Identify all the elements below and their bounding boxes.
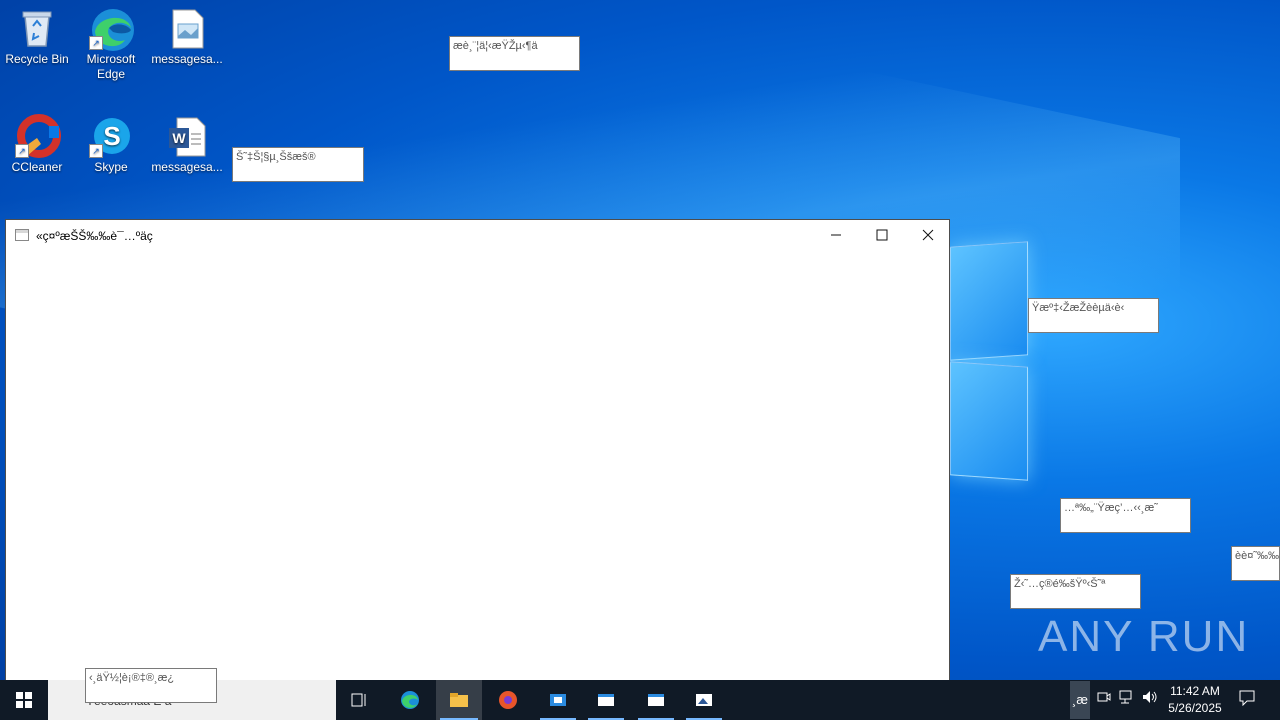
tray-input-indicator[interactable]: ¸æ [1070, 681, 1090, 719]
windows-logo-wallpaper [950, 240, 1032, 481]
taskbar-app-3[interactable] [634, 680, 678, 720]
volume-icon [1143, 691, 1157, 703]
action-center-button[interactable] [1237, 690, 1257, 710]
minimize-button[interactable] [813, 220, 859, 250]
firefox-icon [499, 691, 517, 709]
network-app-icon [550, 694, 566, 706]
icon-label: Recycle Bin [5, 52, 69, 66]
anyrun-watermark: ANY RUN [1038, 612, 1250, 661]
window-app-icon [15, 229, 29, 241]
desktop-icon-message-file-2[interactable]: W messagesa... [150, 108, 224, 175]
ccleaner-icon: ↗ [15, 114, 61, 158]
close-icon [922, 229, 934, 241]
taskbar-edge[interactable] [388, 680, 432, 720]
tray-volume-button[interactable] [1140, 690, 1160, 710]
windows-start-icon [16, 692, 32, 708]
garbled-popup[interactable]: …ª‰„¨Ÿæç’…‹‹¸æ˜ [1060, 498, 1191, 533]
maximize-icon [876, 229, 888, 241]
desktop-icon-ccleaner[interactable]: ↗ CCleaner [0, 108, 74, 175]
close-button[interactable] [905, 220, 951, 250]
icon-label: Microsoft Edge [86, 52, 136, 81]
icon-label: CCleaner [11, 160, 63, 174]
window-app-icon [648, 694, 664, 706]
notification-icon [1239, 690, 1255, 707]
start-button[interactable] [0, 680, 48, 720]
word-document-icon: W [165, 114, 209, 158]
skype-icon: S ↗ [89, 114, 133, 158]
edge-icon: ↗ [89, 6, 134, 51]
taskbar-clock[interactable]: 11:42 AM 5/26/2025 [1160, 683, 1230, 717]
window-title: «ç¤ºæŠŠ‰‰è¯…ºäç [36, 229, 153, 243]
desktop-icon-recycle-bin[interactable]: Recycle Bin [0, 0, 74, 67]
svg-text:S: S [103, 121, 120, 151]
window-app-icon [598, 694, 614, 706]
taskbar-app-4[interactable] [682, 680, 726, 720]
window-content-area [6, 250, 949, 699]
folder-icon [450, 693, 468, 707]
image-file-icon [165, 6, 209, 50]
garbled-popup[interactable]: Ž‹˜…ç®é‰šŸº‹Š˜ª [1010, 574, 1141, 609]
taskbar-app-2[interactable] [584, 680, 628, 720]
desktop-icon-skype[interactable]: S ↗ Skype [74, 108, 148, 175]
app-window[interactable]: «ç¤ºæŠŠ‰‰è¯…ºäç [5, 219, 950, 700]
tray-meet-now-button[interactable] [1094, 690, 1114, 710]
shortcut-arrow-icon: ↗ [15, 144, 29, 158]
minimize-icon [831, 234, 841, 236]
task-view-button[interactable] [338, 680, 382, 720]
icon-label: messagesa... [151, 52, 223, 66]
icon-label: messagesa... [151, 160, 223, 174]
shortcut-arrow-icon: ↗ [89, 144, 103, 158]
edge-icon [401, 691, 419, 709]
shortcut-arrow-icon: ↗ [89, 36, 103, 50]
taskbar-firefox[interactable] [486, 680, 530, 720]
garbled-popup[interactable]: èè¤˜‰‰ö [1231, 546, 1280, 581]
window-titlebar[interactable]: «ç¤ºæŠŠ‰‰è¯…ºäç [6, 220, 949, 250]
image-viewer-icon [696, 694, 712, 706]
svg-text:W: W [172, 130, 186, 146]
desktop-icon-message-file-1[interactable]: messagesa... [150, 0, 224, 67]
desktop-icon-microsoft-edge[interactable]: ↗ Microsoft Edge [74, 0, 148, 82]
network-icon [1119, 690, 1132, 704]
meet-now-icon [1097, 692, 1111, 702]
garbled-popup[interactable]: ‹¸äŸ½¦è¡®‡®¸æ¿ [85, 668, 217, 703]
maximize-button[interactable] [859, 220, 905, 250]
taskbar-file-explorer[interactable] [436, 680, 482, 720]
clock-date: 5/26/2025 [1168, 701, 1222, 715]
tray-network-button[interactable] [1117, 690, 1137, 710]
recycle-bin-icon [15, 6, 59, 50]
task-view-icon [351, 693, 366, 707]
clock-time: 11:42 AM [1170, 684, 1220, 698]
taskbar-app-1[interactable] [536, 680, 580, 720]
garbled-popup[interactable]: Š˜‡Š¦§µ¸Ššæš® [232, 147, 364, 182]
garbled-popup[interactable]: Ÿæº‡‹ŽæŽèèµä‹è‹ [1028, 298, 1159, 333]
icon-label: Skype [94, 160, 128, 174]
input-method-text: ¸æ [1072, 692, 1088, 707]
garbled-popup[interactable]: æè¸¨¦ä¦‹æŸŽµ‹¶ä [449, 36, 580, 71]
